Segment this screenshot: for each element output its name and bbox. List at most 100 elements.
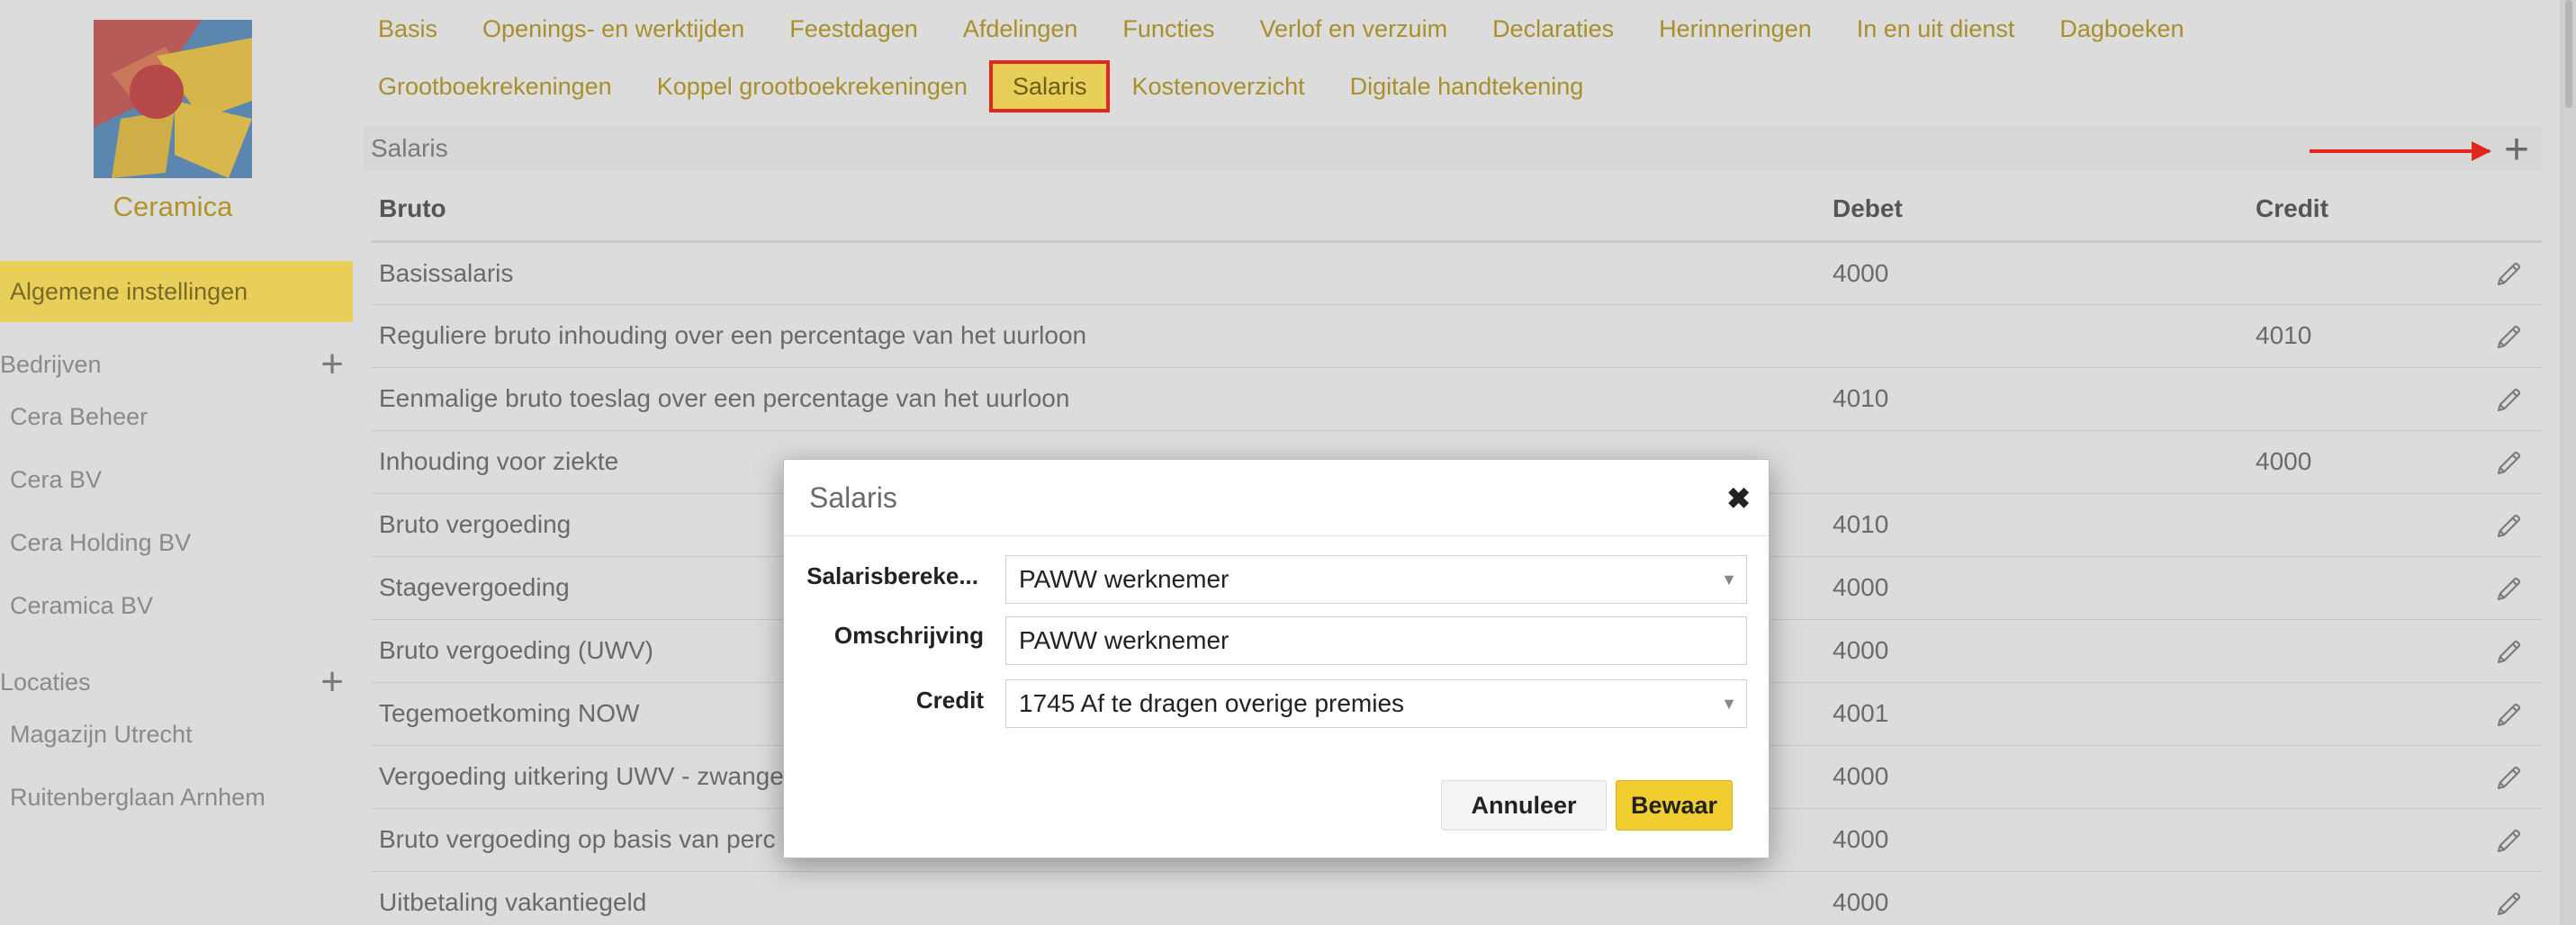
caret-down-icon[interactable]: ▼ <box>1721 680 1737 727</box>
sidebar-section-locations: Locaties + <box>0 660 353 705</box>
column-header-debet: Debet <box>1824 178 2247 243</box>
add-company-plus-icon[interactable]: + <box>320 342 344 387</box>
row-credit <box>2247 241 2461 305</box>
pencil-icon[interactable] <box>2495 635 2524 663</box>
row-actions <box>2461 493 2542 557</box>
sidebar: Ceramica Algemene instellingen Bedrijven… <box>0 0 353 925</box>
row-name: Basissalaris <box>371 241 1824 305</box>
tab-link-ledger-accounts[interactable]: Koppel grootboekrekeningen <box>657 67 968 106</box>
save-button[interactable]: Bewaar <box>1616 780 1733 831</box>
row-credit <box>2247 493 2461 557</box>
credit-value: 1745 Af te dragen overige premies <box>1019 689 1405 717</box>
pencil-icon[interactable] <box>2495 446 2524 474</box>
salary-modal: Salaris ✖ Salarisbereke... PAWW werkneme… <box>783 459 1770 858</box>
pencil-icon[interactable] <box>2495 258 2524 286</box>
row-credit <box>2247 556 2461 620</box>
row-debet: 4000 <box>1824 241 2247 305</box>
row-debet: 4001 <box>1824 682 2247 746</box>
row-name: Reguliere bruto inhouding over een perce… <box>371 304 1824 368</box>
tab-holidays[interactable]: Feestdagen <box>789 9 918 49</box>
company-name[interactable]: Ceramica <box>0 191 346 223</box>
add-salary-plus-icon[interactable]: + <box>2499 126 2535 175</box>
pencil-icon[interactable] <box>2495 383 2524 411</box>
salary-calculation-select[interactable]: PAWW werknemer ▼ <box>1005 555 1747 604</box>
row-debet <box>1824 430 2247 494</box>
row-debet: 4000 <box>1824 745 2247 809</box>
page-scrollbar[interactable] <box>2560 0 2576 925</box>
column-header-credit: Credit <box>2247 178 2461 243</box>
pencil-icon[interactable] <box>2495 698 2524 726</box>
row-actions <box>2461 556 2542 620</box>
field-label-description: Omschrijving <box>833 622 984 649</box>
pencil-icon[interactable] <box>2495 320 2524 348</box>
tab-opening-hours[interactable]: Openings- en werktijden <box>482 9 744 49</box>
row-name: Uitbetaling vakantiegeld <box>371 871 1824 925</box>
row-debet: 4000 <box>1824 808 2247 872</box>
tab-departments[interactable]: Afdelingen <box>963 9 1078 49</box>
tab-cost-overview[interactable]: Kostenoverzicht <box>1131 67 1304 106</box>
annotation-arrow <box>2310 141 2491 161</box>
caret-down-icon[interactable]: ▼ <box>1721 556 1737 603</box>
row-actions <box>2461 304 2542 368</box>
credit-select[interactable]: 1745 Af te dragen overige premies ▼ <box>1005 679 1747 728</box>
field-label-salary-calculation: Salarisbereke... <box>806 562 978 589</box>
pencil-icon[interactable] <box>2495 509 2524 537</box>
sidebar-item-company[interactable]: Cera BV <box>10 457 102 502</box>
tab-reminders[interactable]: Herinneringen <box>1659 9 1812 49</box>
row-debet: 4000 <box>1824 556 2247 620</box>
sidebar-item-location[interactable]: Magazijn Utrecht <box>10 712 193 757</box>
row-debet: 4010 <box>1824 367 2247 431</box>
cancel-button[interactable]: Annuleer <box>1441 780 1607 831</box>
row-actions <box>2461 367 2542 431</box>
close-icon[interactable]: ✖ <box>1726 481 1751 516</box>
tab-functions[interactable]: Functies <box>1122 9 1214 49</box>
row-actions <box>2461 871 2542 925</box>
sidebar-section-label: Bedrijven <box>0 351 102 378</box>
row-debet: 4000 <box>1824 871 2247 925</box>
row-credit <box>2247 871 2461 925</box>
column-header-actions <box>2461 178 2542 243</box>
tab-basis[interactable]: Basis <box>378 9 437 49</box>
table-row[interactable]: Uitbetaling vakantiegeld 4000 <box>371 871 2542 925</box>
description-input[interactable]: PAWW werknemer <box>1005 616 1747 665</box>
row-actions <box>2461 430 2542 494</box>
row-actions <box>2461 682 2542 746</box>
company-logo <box>94 20 252 178</box>
sidebar-item-company[interactable]: Ceramica BV <box>10 583 153 628</box>
row-credit <box>2247 367 2461 431</box>
row-credit: 4000 <box>2247 430 2461 494</box>
sidebar-item-company[interactable]: Cera Holding BV <box>10 520 191 565</box>
row-actions <box>2461 241 2542 305</box>
tab-digital-signature[interactable]: Digitale handtekening <box>1350 67 1584 106</box>
tab-leave[interactable]: Verlof en verzuim <box>1259 9 1447 49</box>
row-actions <box>2461 745 2542 809</box>
sidebar-section-companies: Bedrijven + <box>0 342 353 387</box>
pencil-icon[interactable] <box>2495 761 2524 789</box>
row-credit <box>2247 745 2461 809</box>
tab-employment[interactable]: In en uit dienst <box>1857 9 2015 49</box>
pencil-icon[interactable] <box>2495 572 2524 600</box>
sidebar-section-label: Locaties <box>0 669 91 696</box>
row-debet: 4010 <box>1824 493 2247 557</box>
sidebar-item-location[interactable]: Ruitenberglaan Arnhem <box>10 775 266 820</box>
sidebar-item-general-settings[interactable]: Algemene instellingen <box>0 261 353 322</box>
pencil-icon[interactable] <box>2495 887 2524 915</box>
tab-expenses[interactable]: Declaraties <box>1492 9 1614 49</box>
add-location-plus-icon[interactable]: + <box>320 660 344 705</box>
modal-divider <box>784 535 1769 536</box>
table-row[interactable]: Basissalaris 4000 <box>371 241 2542 305</box>
sun-logo-icon <box>94 20 252 178</box>
panel-title: Salaris <box>364 126 2542 171</box>
modal-title: Salaris <box>809 481 897 514</box>
sidebar-item-company[interactable]: Cera Beheer <box>10 394 148 439</box>
row-actions <box>2461 808 2542 872</box>
tab-ledger-accounts[interactable]: Grootboekrekeningen <box>378 67 612 106</box>
row-actions <box>2461 619 2542 683</box>
table-row[interactable]: Eenmalige bruto toeslag over een percent… <box>371 367 2542 431</box>
table-row[interactable]: Reguliere bruto inhouding over een perce… <box>371 304 2542 368</box>
row-credit <box>2247 619 2461 683</box>
tab-journals[interactable]: Dagboeken <box>2059 9 2184 49</box>
tab-salary[interactable]: Salaris <box>988 60 1111 112</box>
table-header-row: Bruto Debet Credit <box>371 178 2542 243</box>
pencil-icon[interactable] <box>2495 824 2524 852</box>
